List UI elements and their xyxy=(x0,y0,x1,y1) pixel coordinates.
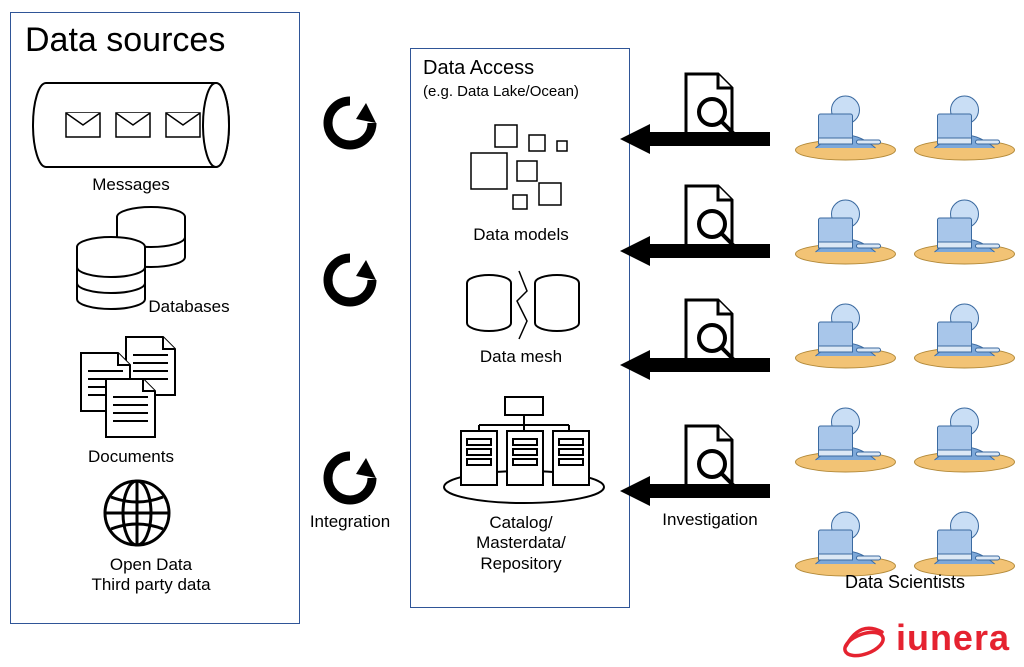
data-scientists-label: Data Scientists xyxy=(790,572,1020,593)
data-access-box: Data Access (e.g. Data Lake/Ocean) Data … xyxy=(410,48,630,608)
brand-logo: iunera xyxy=(840,617,1010,659)
data-mesh-icon xyxy=(459,265,589,343)
messages-label: Messages xyxy=(31,175,231,195)
arrow-left-icon xyxy=(620,124,770,154)
data-scientist-icon xyxy=(909,166,1020,266)
catalog-label: Catalog/ Masterdata/ Repository xyxy=(411,513,631,574)
data-scientist-icon xyxy=(790,62,901,162)
data-access-subtitle: (e.g. Data Lake/Ocean) xyxy=(423,83,579,100)
data-scientist-icon xyxy=(909,62,1020,162)
data-scientist-icon xyxy=(909,270,1020,370)
data-sources-heading: Data sources xyxy=(11,13,299,60)
brand-logo-text: iunera xyxy=(896,617,1010,659)
documents-icon xyxy=(71,333,186,443)
data-sources-box: Data sources Messages xyxy=(10,12,300,624)
messages-icon xyxy=(31,79,231,171)
catalog-label-2: Masterdata/ xyxy=(411,533,631,553)
refresh-icon xyxy=(322,252,378,308)
data-mesh-label: Data mesh xyxy=(411,347,631,367)
arrow-left-icon xyxy=(620,476,770,506)
catalog-label-3: Repository xyxy=(411,554,631,574)
data-models-label: Data models xyxy=(411,225,631,245)
arrow-left-icon xyxy=(620,350,770,380)
data-scientist-icon xyxy=(790,270,901,370)
documents-label: Documents xyxy=(51,447,211,467)
refresh-icon xyxy=(322,95,378,151)
data-scientist-icon xyxy=(909,374,1020,474)
open-data-label: Open Data Third party data xyxy=(31,555,271,596)
investigation-label: Investigation xyxy=(650,510,770,530)
catalog-icon xyxy=(439,391,609,511)
data-scientist-icon xyxy=(790,166,901,266)
brand-logo-icon xyxy=(840,618,888,658)
databases-label: Databases xyxy=(129,297,249,317)
data-scientists-grid xyxy=(790,62,1020,578)
integration-label: Integration xyxy=(300,512,400,532)
data-access-title: Data Access xyxy=(423,57,579,80)
data-scientist-icon xyxy=(909,478,1020,578)
open-data-label-2: Third party data xyxy=(31,575,271,595)
arrow-left-icon xyxy=(620,236,770,266)
globe-icon xyxy=(101,477,173,549)
refresh-icon xyxy=(322,450,378,506)
data-scientist-icon xyxy=(790,374,901,474)
data-scientist-icon xyxy=(790,478,901,578)
data-models-icon xyxy=(453,121,583,221)
catalog-label-1: Catalog/ xyxy=(411,513,631,533)
data-access-heading: Data Access (e.g. Data Lake/Ocean) xyxy=(423,57,579,100)
open-data-label-1: Open Data xyxy=(31,555,271,575)
